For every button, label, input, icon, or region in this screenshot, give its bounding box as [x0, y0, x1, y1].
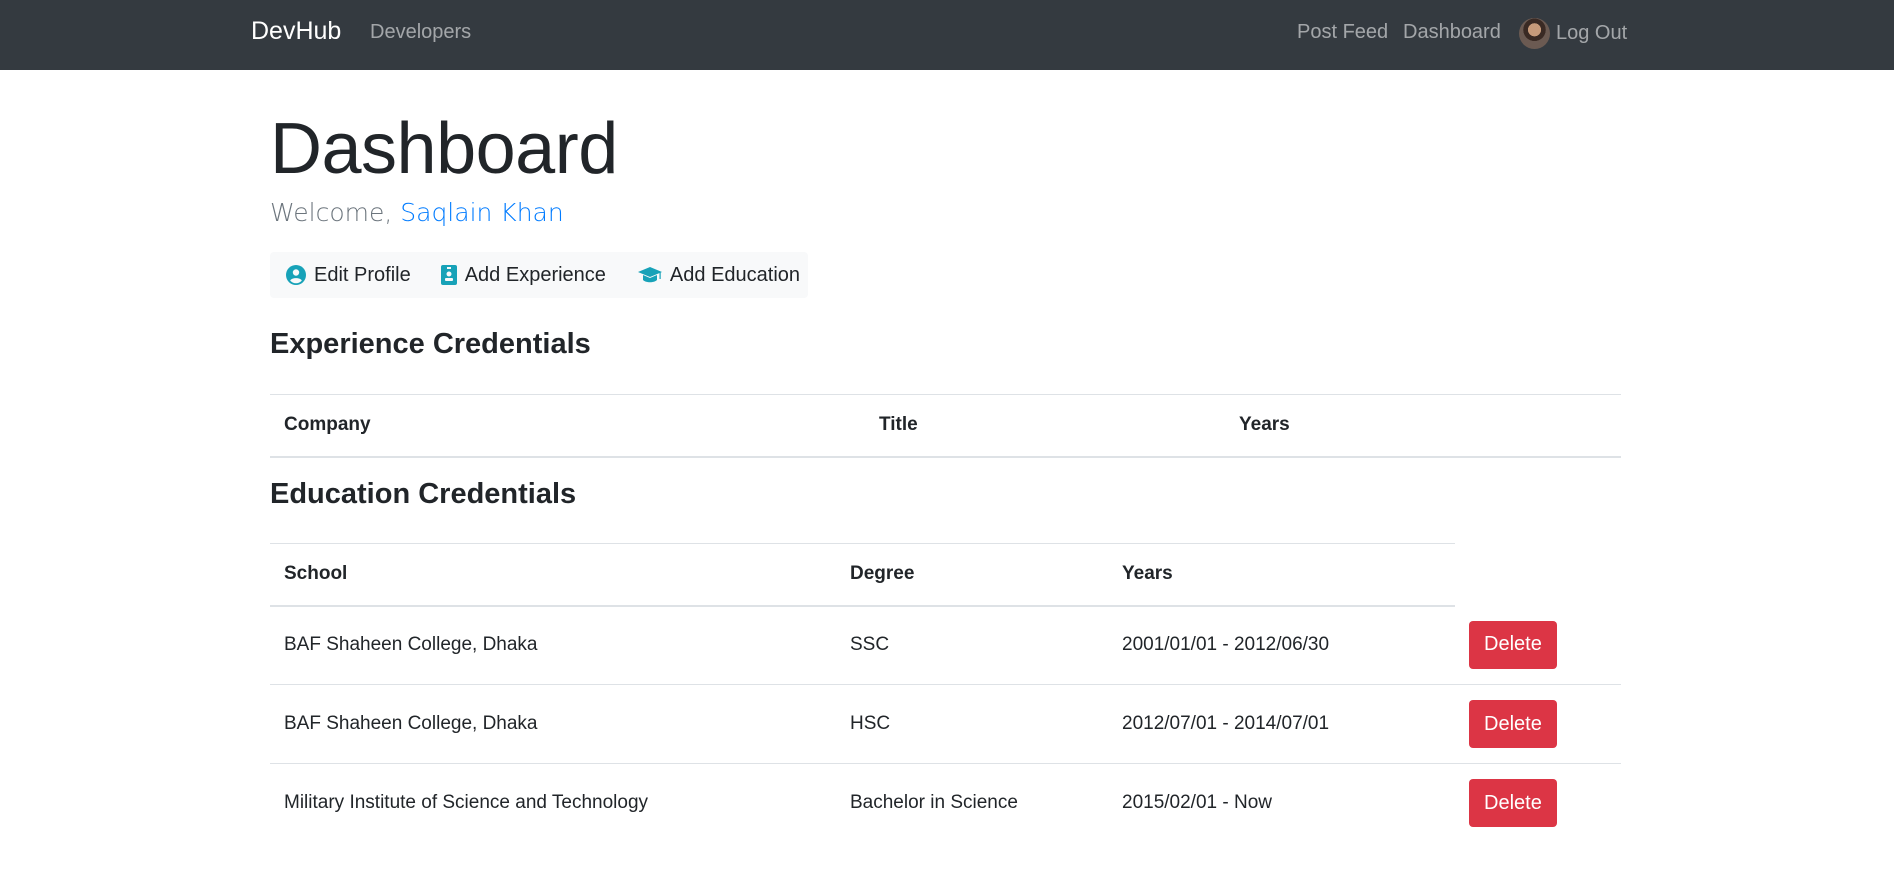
top-navbar: DevHub Developers Post Feed Dashboard Lo… — [0, 0, 1894, 70]
table-header-row: School Degree Years — [270, 543, 1621, 607]
years-cell: 2012/07/01 - 2014/07/01 — [1108, 684, 1455, 764]
delete-button[interactable]: Delete — [1469, 620, 1557, 669]
nav-dashboard-link[interactable]: Dashboard — [1403, 21, 1501, 44]
years-cell: 2015/02/01 - Now — [1108, 763, 1455, 843]
col-degree: Degree — [836, 543, 1108, 607]
edit-profile-button[interactable]: Edit Profile — [270, 252, 427, 298]
table-row: BAF Shaheen College, Dhaka HSC 2012/07/0… — [270, 684, 1621, 764]
add-education-button[interactable]: Add Education — [622, 252, 816, 298]
degree-cell: Bachelor in Science — [836, 763, 1108, 843]
delete-button[interactable]: Delete — [1469, 779, 1557, 828]
brand-logo-link[interactable]: DevHub — [251, 17, 341, 46]
add-experience-label: Add Experience — [464, 263, 606, 286]
school-cell: Military Institute of Science and Techno… — [270, 763, 836, 843]
action-cell: Delete — [1455, 606, 1621, 685]
school-cell: BAF Shaheen College, Dhaka — [270, 684, 836, 764]
col-years: Years — [1225, 394, 1621, 458]
user-profile-link[interactable]: Saqlain Khan — [400, 198, 563, 227]
edit-profile-label: Edit Profile — [314, 263, 411, 286]
education-heading: Education Credentials — [270, 478, 577, 510]
user-circle-icon — [286, 265, 306, 285]
degree-cell: HSC — [836, 684, 1108, 764]
col-school: School — [270, 543, 836, 607]
col-company: Company — [270, 394, 865, 458]
welcome-prefix: Welcome, — [270, 198, 401, 227]
add-experience-button[interactable]: Add Experience — [427, 252, 622, 298]
avatar — [1519, 18, 1550, 49]
nav-developers-link[interactable]: Developers — [370, 21, 471, 44]
dashboard-actions: Edit Profile Add Experience Add Educatio… — [270, 252, 808, 298]
school-cell: BAF Shaheen College, Dhaka — [284, 634, 538, 656]
years-cell: 2001/01/01 - 2012/06/30 — [1122, 634, 1330, 656]
delete-button[interactable]: Delete — [1469, 700, 1557, 748]
welcome-text: Welcome, Saqlain Khan — [270, 198, 564, 227]
graduation-cap-icon — [637, 266, 662, 284]
education-table: School Degree Years BAF Shaheen College,… — [270, 543, 1621, 843]
table-row: Military Institute of Science and Techno… — [270, 763, 1621, 843]
table-header-row: Company Title Years — [270, 394, 1621, 458]
experience-table: Company Title Years — [270, 394, 1621, 458]
nav-post-feed-link[interactable]: Post Feed — [1297, 21, 1388, 44]
add-education-label: Add Education — [669, 263, 801, 286]
logout-label: Log Out — [1556, 22, 1628, 44]
page-title: Dashboard — [270, 109, 618, 189]
id-badge-icon — [440, 265, 457, 285]
col-title: Title — [865, 394, 1225, 458]
table-row: BAF Shaheen College, Dhaka SSC 2001/01/0… — [270, 606, 1621, 685]
degree-cell: SSC — [850, 634, 890, 656]
col-years: Years — [1108, 543, 1455, 607]
action-cell: Delete — [1455, 763, 1621, 843]
action-cell: Delete — [1455, 684, 1621, 764]
experience-heading: Experience Credentials — [270, 328, 591, 360]
col-actions — [1455, 544, 1621, 606]
nav-logout-link[interactable]: Log Out — [1519, 18, 1627, 49]
